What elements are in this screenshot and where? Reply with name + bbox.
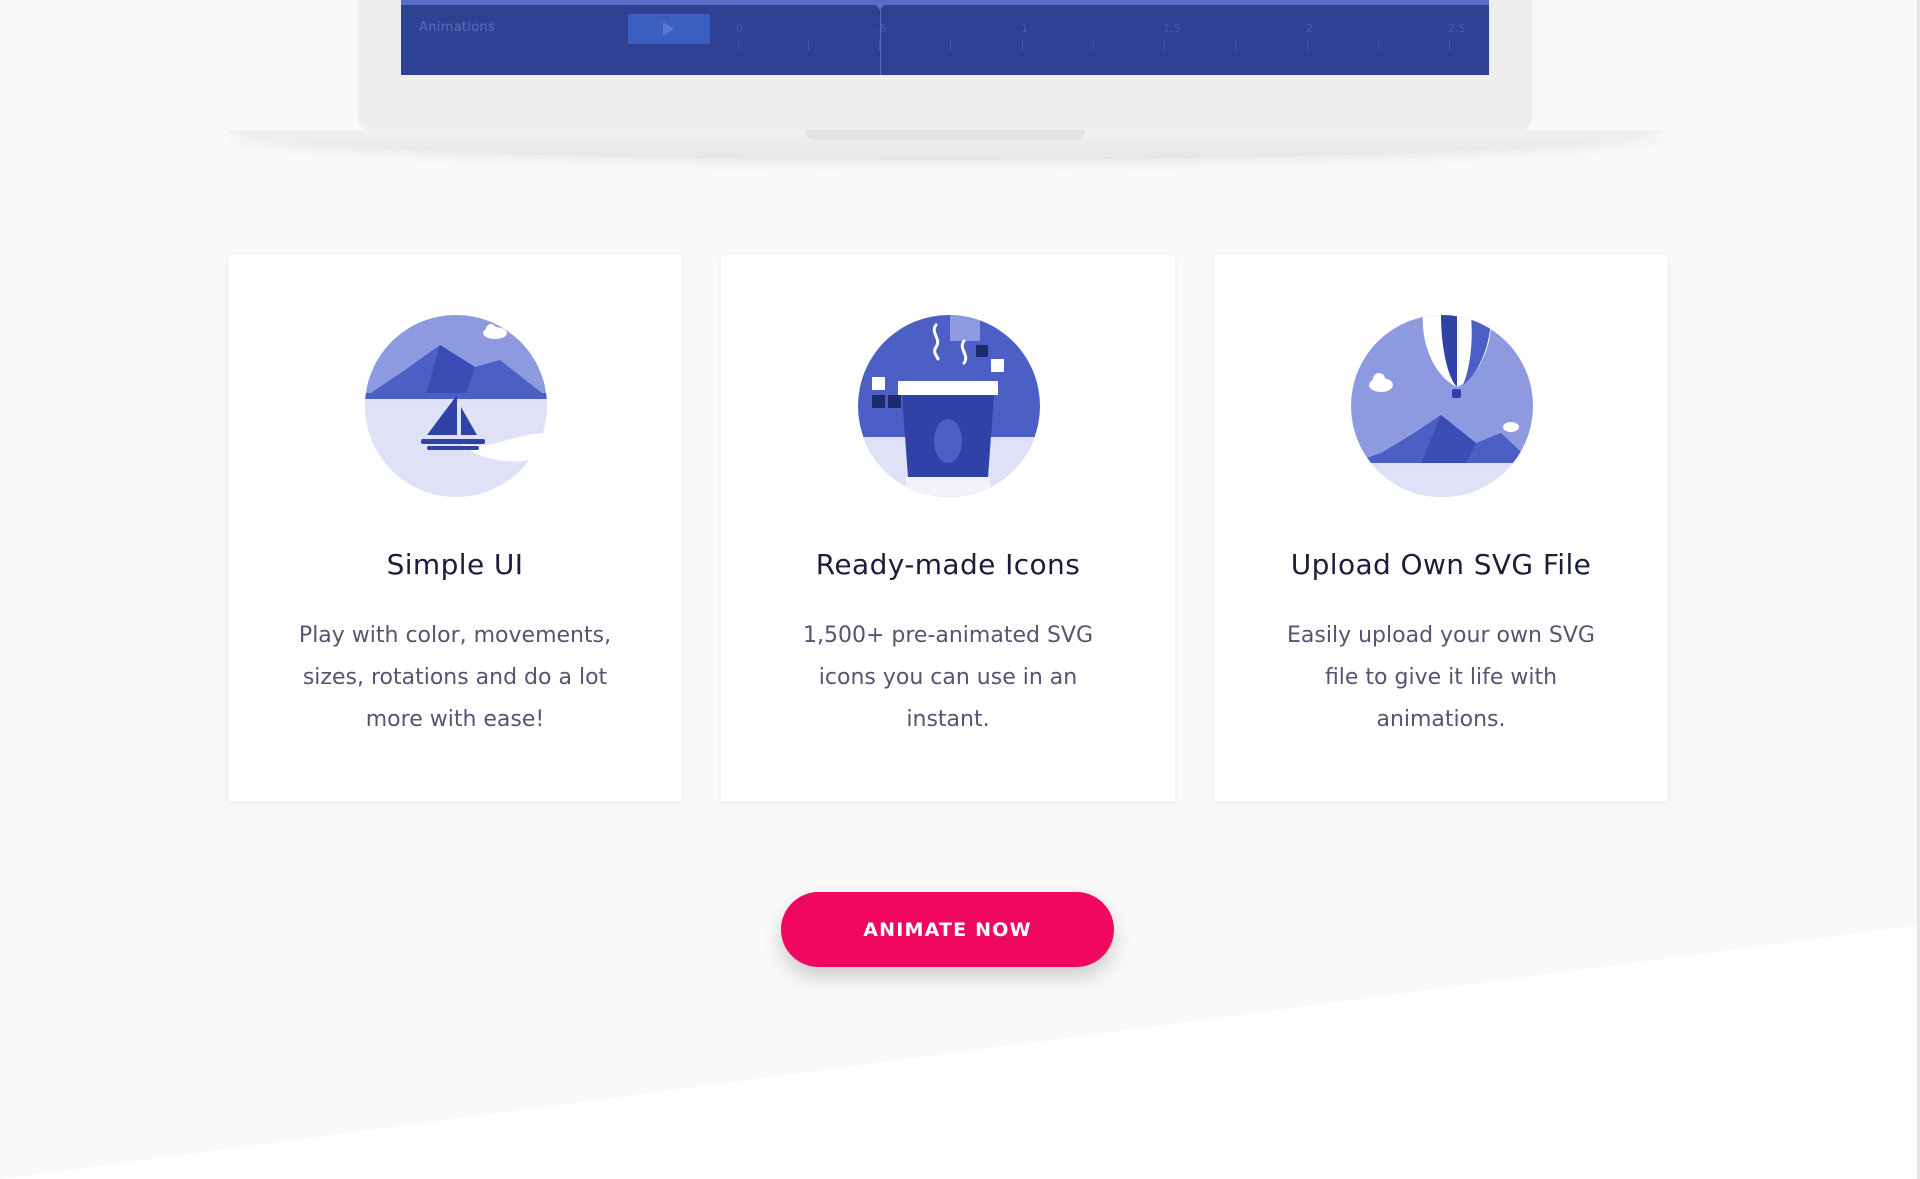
ruler-tick [950, 40, 951, 50]
feature-title: Simple UI [386, 548, 524, 581]
sailboat-landscape-icon [365, 315, 547, 497]
ruler-label: 1.5 [1163, 22, 1181, 35]
play-icon [663, 22, 674, 36]
ruler-tick [808, 40, 809, 50]
feature-card-upload-svg: Upload Own SVG File Easily upload your o… [1214, 255, 1668, 801]
feature-description: Easily upload your own SVG file to give … [1287, 623, 1595, 732]
play-button[interactable] [628, 14, 710, 44]
feature-description: 1,500+ pre-animated SVG icons you can us… [802, 623, 1094, 732]
features-section: Simple UI Play with color, movements, si… [228, 255, 1668, 801]
hot-air-balloon-icon [1351, 315, 1533, 497]
ruler-label: 2 [1306, 22, 1313, 35]
ruler-tick [1093, 40, 1094, 50]
laptop-notch [805, 130, 1085, 140]
feature-description: Play with color, movements, sizes, rotat… [298, 623, 612, 732]
timeline-ruler: 0 .5 1 1.5 2 2.5 [736, 20, 1476, 56]
ruler-label: 1 [1021, 22, 1028, 35]
coffee-cup-icon [858, 315, 1040, 497]
animate-now-button[interactable]: ANIMATE NOW [781, 892, 1114, 967]
ruler-label: .5 [876, 22, 887, 35]
ruler-tick [1235, 40, 1236, 50]
screen-topbar [401, 0, 1489, 5]
ruler-tick [1164, 40, 1165, 50]
ruler-label: 2.5 [1448, 22, 1466, 35]
feature-card-ready-made-icons: Ready-made Icons 1,500+ pre-animated SVG… [721, 255, 1175, 801]
playhead-marker[interactable] [874, 3, 886, 10]
feature-title: Ready-made Icons [815, 548, 1081, 581]
laptop-screen: Animations 0 .5 1 1.5 2 2.5 [401, 0, 1489, 75]
screen-animations-label: Animations [419, 20, 496, 35]
laptop-mockup: Animations 0 .5 1 1.5 2 2.5 [0, 0, 1920, 170]
ruler-tick [1449, 40, 1450, 50]
feature-title: Upload Own SVG File [1290, 548, 1592, 581]
ruler-tick [1307, 40, 1308, 50]
playhead-line[interactable] [880, 0, 881, 75]
ruler-tick [1378, 40, 1379, 50]
ruler-tick [1022, 40, 1023, 50]
ruler-tick [738, 40, 739, 50]
feature-card-simple-ui: Simple UI Play with color, movements, si… [228, 255, 682, 801]
ruler-label: 0 [736, 22, 743, 35]
